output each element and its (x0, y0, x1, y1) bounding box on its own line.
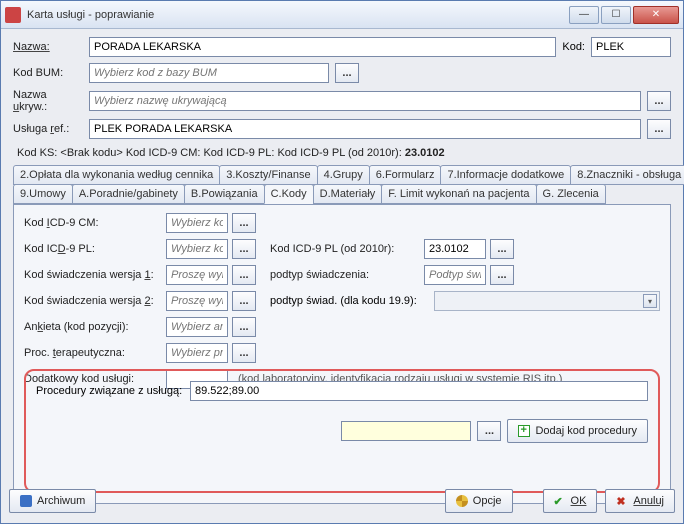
footer: Archiwum Opcje OK Anuluj (9, 487, 675, 515)
uslref-browse-button[interactable]: ... (647, 119, 671, 139)
tab-grupy[interactable]: 4.Grupy (317, 165, 370, 185)
opcje-button[interactable]: Opcje (445, 489, 513, 513)
sw2-input[interactable] (166, 291, 228, 311)
window-title: Karta usługi - poprawianie (27, 9, 569, 21)
kodbum-label: Kod BUM: (13, 67, 83, 79)
add-proc-code-input[interactable] (341, 421, 471, 441)
ok-button[interactable]: OK (543, 489, 598, 513)
nazwa-label: Nazwa: (13, 41, 83, 53)
procedures-highlight-box: Procedury związane z usługą: ... Dodaj k… (24, 369, 660, 493)
check-icon (554, 495, 566, 507)
gear-icon (456, 495, 468, 507)
proc-label: Proc. terapeutyczna: (24, 347, 162, 359)
maximize-button[interactable]: ☐ (601, 6, 631, 24)
ankieta-browse-button[interactable]: ... (232, 317, 256, 337)
window: Karta usługi - poprawianie — ☐ ✕ Nazwa: … (0, 0, 684, 524)
app-icon (5, 7, 21, 23)
tab-koszty[interactable]: 3.Koszty/Finanse (219, 165, 317, 185)
ukryw-browse-button[interactable]: ... (647, 91, 671, 111)
archive-icon (20, 495, 32, 507)
icd9pl-label: Kod ICD-9 PL: (24, 243, 162, 255)
tab-umowy[interactable]: 9.Umowy (13, 184, 73, 204)
icd9pl2010-input[interactable] (424, 239, 486, 259)
podtyp-browse-button[interactable]: ... (490, 265, 514, 285)
uslref-input[interactable] (89, 119, 641, 139)
sw2-browse-button[interactable]: ... (232, 291, 256, 311)
add-proc-browse-button[interactable]: ... (477, 421, 501, 441)
kodbum-browse-button[interactable]: ... (335, 63, 359, 83)
close-button[interactable]: ✕ (633, 6, 679, 24)
icd9pl2010-label: Kod ICD-9 PL (od 2010r): (270, 243, 420, 255)
anuluj-button[interactable]: Anuluj (605, 489, 675, 513)
ankieta-input[interactable] (166, 317, 228, 337)
nazwa-input[interactable] (89, 37, 556, 57)
cancel-icon (616, 495, 628, 507)
icd9pl-browse-button[interactable]: ... (232, 239, 256, 259)
podtyp-label: podtyp świadczenia: (270, 269, 420, 281)
kod-label: Kod: (562, 41, 585, 53)
procrel-label: Procedury związane z usługą: (36, 385, 186, 397)
icd9pl-input[interactable] (166, 239, 228, 259)
tabs-row-1: 2.Opłata dla wykonania według cennika 3.… (13, 165, 671, 185)
sw2-label: Kod świadczenia wersja 2: (24, 295, 162, 307)
tab-limit[interactable]: F. Limit wykonań na pacjenta (381, 184, 536, 204)
tab-formularz[interactable]: 6.Formularz (369, 165, 442, 185)
minimize-button[interactable]: — (569, 6, 599, 24)
uslref-label: Usługa ref.: (13, 123, 83, 135)
chevron-down-icon: ▾ (643, 294, 657, 308)
icd9cm-input[interactable] (166, 213, 228, 233)
tab-zlecenia[interactable]: G. Zlecenia (536, 184, 606, 204)
add-proc-button[interactable]: Dodaj kod procedury (507, 419, 648, 443)
sw1-input[interactable] (166, 265, 228, 285)
ankieta-label: Ankieta (kod pozycji): (24, 321, 162, 333)
podtyp-input[interactable] (424, 265, 486, 285)
icd9pl2010-browse-button[interactable]: ... (490, 239, 514, 259)
tab-poradnie[interactable]: A.Poradnie/gabinety (72, 184, 185, 204)
archiwum-button[interactable]: Archiwum (9, 489, 96, 513)
kod-summary-line: Kod KS: <Brak kodu> Kod ICD-9 CM: Kod IC… (13, 145, 671, 165)
tab-powiazania[interactable]: B.Powiązania (184, 184, 265, 204)
ukryw-label: Nazwa ukryw.: (13, 89, 83, 113)
sw1-browse-button[interactable]: ... (232, 265, 256, 285)
sw1-label: Kod świadczenia wersja 1: (24, 269, 162, 281)
tab-znaczniki[interactable]: 8.Znaczniki - obsługa (570, 165, 684, 185)
kodbum-input[interactable] (89, 63, 329, 83)
podtyp199-label: podtyp świad. (dla kodu 19.9): (270, 295, 430, 307)
icd9cm-browse-button[interactable]: ... (232, 213, 256, 233)
tab-kody[interactable]: C.Kody (264, 184, 314, 204)
plus-icon (518, 425, 530, 437)
tabs-row-2: 9.Umowy A.Poradnie/gabinety B.Powiązania… (13, 184, 671, 204)
tab-informacje[interactable]: 7.Informacje dodatkowe (440, 165, 571, 185)
podtyp199-combo[interactable]: ▾ (434, 291, 660, 311)
kody-panel: Kod ICD-9 CM: ... Kod ICD-9 PL: ... Kod … (13, 204, 671, 504)
proc-browse-button[interactable]: ... (232, 343, 256, 363)
ukryw-input[interactable] (89, 91, 641, 111)
procrel-input[interactable] (190, 381, 648, 401)
titlebar: Karta usługi - poprawianie — ☐ ✕ (1, 1, 683, 29)
tab-oplata[interactable]: 2.Opłata dla wykonania według cennika (13, 165, 220, 185)
icd9cm-label: Kod ICD-9 CM: (24, 217, 162, 229)
tab-materialy[interactable]: D.Materiały (313, 184, 383, 204)
proc-input[interactable] (166, 343, 228, 363)
kod-input[interactable] (591, 37, 671, 57)
